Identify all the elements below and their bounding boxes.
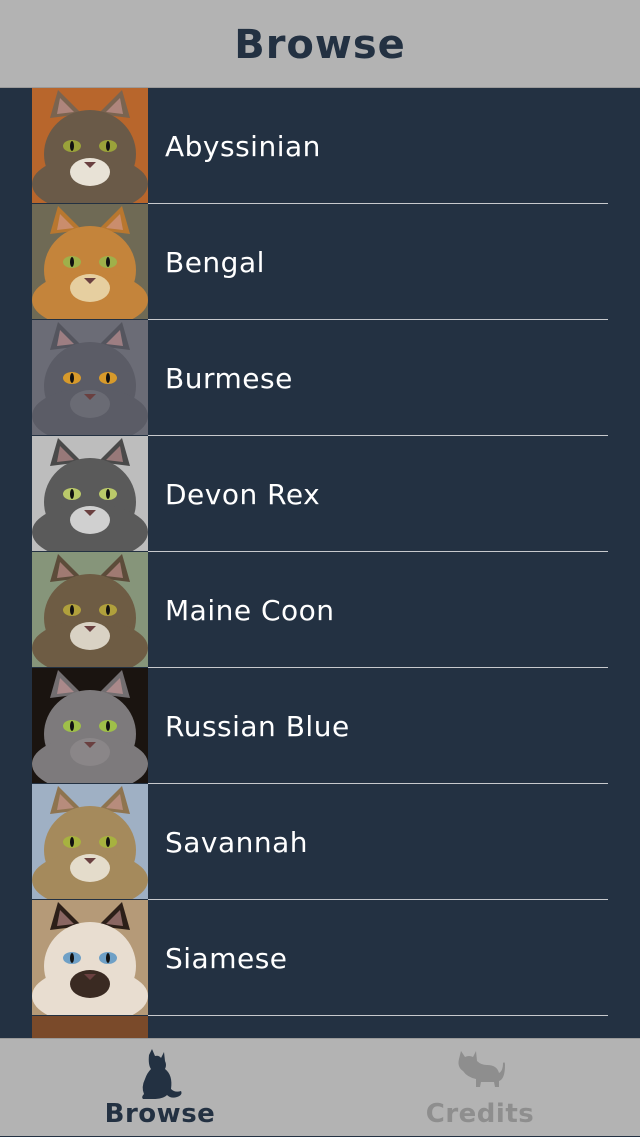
- breed-thumbnail: [32, 436, 148, 551]
- breed-list[interactable]: Abyssinian Bengal Burmese Devon Rex Maine Co…: [0, 88, 640, 1038]
- tab-credits-label: Credits: [425, 1099, 535, 1129]
- breed-name: Siamese: [165, 942, 288, 975]
- list-item[interactable]: Burmese: [0, 320, 640, 436]
- breed-thumbnail: [32, 900, 148, 1015]
- breed-name: Bengal: [165, 246, 265, 279]
- breed-thumbnail: [32, 204, 148, 319]
- breed-thumbnail: [32, 784, 148, 899]
- breed-thumbnail: [32, 668, 148, 783]
- list-item[interactable]: Siamese: [0, 900, 640, 1016]
- tab-browse-label: Browse: [104, 1099, 216, 1129]
- list-item[interactable]: Devon Rex: [0, 436, 640, 552]
- list-item[interactable]: Maine Coon: [0, 552, 640, 668]
- tab-browse[interactable]: Browse: [0, 1039, 320, 1137]
- navigation-bar: Browse: [0, 0, 640, 88]
- list-item[interactable]: [0, 1016, 640, 1038]
- breed-name: Savannah: [165, 826, 309, 859]
- breed-name: Burmese: [165, 362, 293, 395]
- breed-name: Russian Blue: [165, 710, 350, 743]
- breed-name: Maine Coon: [165, 594, 335, 627]
- cat-sitting-icon: [135, 1049, 185, 1105]
- tab-bar: Browse Credits: [0, 1038, 640, 1136]
- cat-lying-icon: [455, 1049, 505, 1097]
- breed-thumbnail: [32, 320, 148, 435]
- breed-name: Devon Rex: [165, 478, 321, 511]
- breed-name: Abyssinian: [165, 130, 321, 163]
- list-item[interactable]: Savannah: [0, 784, 640, 900]
- page-title: Browse: [234, 21, 406, 68]
- list-item[interactable]: Russian Blue: [0, 668, 640, 784]
- breed-thumbnail: [32, 88, 148, 203]
- list-item[interactable]: Abyssinian: [0, 88, 640, 204]
- breed-thumbnail: [32, 552, 148, 667]
- list-item[interactable]: Bengal: [0, 204, 640, 320]
- tab-credits[interactable]: Credits: [320, 1039, 640, 1137]
- breed-thumbnail: [32, 1016, 148, 1038]
